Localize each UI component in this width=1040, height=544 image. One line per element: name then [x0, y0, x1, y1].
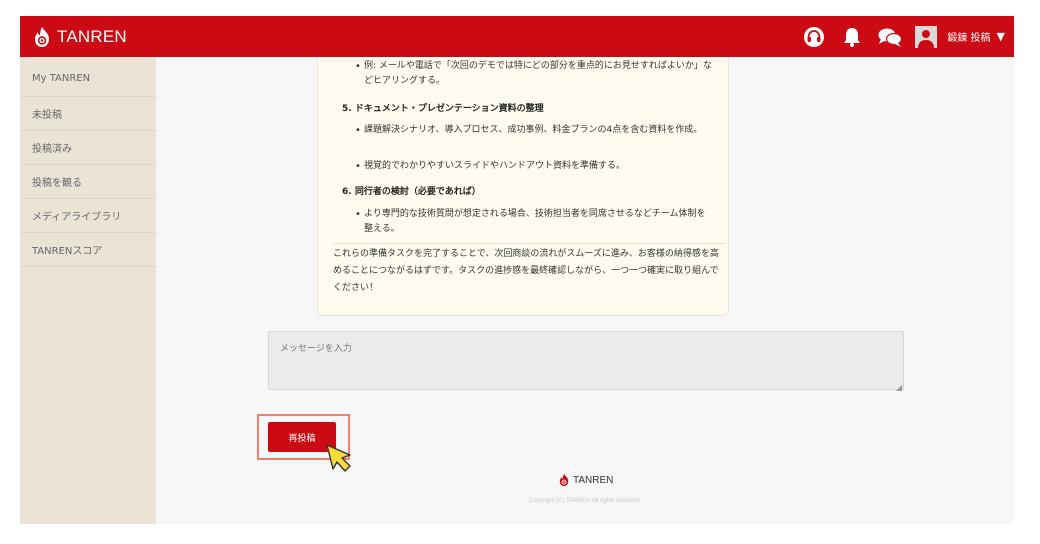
list-item: より専門的な技術質問が想定される場合、技術担当者を同席させるなどチーム体制を整え… [355, 207, 714, 237]
pointer-cursor-icon [326, 444, 351, 472]
list-item: 視覚的でわかりやすいスライドやハンドアウト資料を準備する。 [355, 159, 714, 174]
copyright-text: Copyright (C) TANREN All rights reserved… [528, 498, 642, 504]
list-item: 課題解決シナリオ、導入プロセス、成功事例、料金プランの4点を含む資料を作成。 [355, 123, 714, 138]
username-label[interactable]: 鍛錬 投稿 [947, 29, 990, 44]
footer-logo[interactable]: TANREN [558, 473, 613, 487]
top-header: TANREN 鍛錬 投稿 ▼ [20, 16, 1014, 57]
section-heading: 5. ドキュメント・プレゼンテーション資料の整理 [342, 104, 544, 114]
sidebar-item-tanren-score[interactable]: TANRENスコア [20, 233, 156, 267]
dropdown-caret-icon[interactable]: ▼ [997, 30, 1005, 43]
flame-logo-icon [559, 474, 569, 486]
brand-logo[interactable]: TANREN [32, 26, 127, 48]
sidebar-item-media-library[interactable]: メディアライブラリ [20, 199, 156, 233]
headset-icon[interactable] [801, 24, 827, 50]
flame-logo-icon [35, 26, 49, 47]
sidebar-item-posted[interactable]: 投稿済み [20, 131, 156, 165]
user-avatar-icon[interactable] [915, 25, 938, 48]
chat-icon[interactable] [877, 24, 903, 50]
ai-response-bubble: 例: メールや電話で「次回のデモでは特にどの部分を重点的にお見せすればよいか」な… [317, 57, 729, 316]
header-actions: 鍛錬 投稿 ▼ [789, 16, 1014, 57]
sidebar-nav: My TANREN 未投稿 投稿済み 投稿を観る メディアライブラリ TANRE… [20, 57, 156, 524]
sidebar-item-unposted[interactable]: 未投稿 [20, 97, 156, 131]
summary-paragraph: これらの準備タスクを完了することで、次回商談の流れがスムーズに進み、お客様の納得… [333, 243, 725, 297]
sidebar-item-watch-posts[interactable]: 投稿を観る [20, 165, 156, 199]
main-content: 例: メールや電話で「次回のデモでは特にどの部分を重点的にお見せすればよいか」な… [156, 57, 1014, 524]
list-item: 例: メールや電話で「次回のデモでは特にどの部分を重点的にお見せすればよいか」な… [355, 59, 714, 89]
brand-name: TANREN [57, 26, 127, 46]
bell-icon[interactable] [839, 24, 865, 50]
sidebar-item-my-tanren[interactable]: My TANREN [20, 57, 156, 97]
message-input[interactable] [268, 331, 904, 390]
resize-handle-icon[interactable]: ◢ [896, 383, 902, 392]
section-heading: 6. 同行者の検討（必要であれば） [342, 187, 481, 197]
footer-brand-name: TANREN [573, 474, 614, 486]
